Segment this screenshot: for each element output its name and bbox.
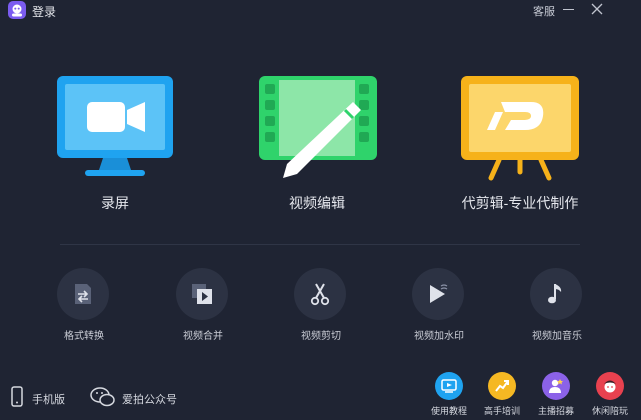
wechat-icon: [90, 387, 115, 407]
video-edit-card[interactable]: [257, 74, 377, 182]
video-edit-icon: [259, 76, 377, 178]
streamer-recruit-label: 主播招募: [537, 406, 574, 416]
streamer-recruit-icon: [549, 379, 563, 393]
wechat-account-label: 爱拍公众号: [122, 394, 177, 406]
video-edit-label[interactable]: 视频编辑: [277, 193, 357, 213]
video-merge-button[interactable]: 视频合并: [171, 268, 235, 348]
video-merge-icon: [192, 284, 212, 304]
phone-icon: [11, 386, 23, 407]
training-icon: [495, 380, 509, 392]
screen-record-card[interactable]: [55, 74, 175, 182]
casual-play-icon: [604, 380, 616, 393]
tutorial-button[interactable]: 使用教程: [424, 372, 474, 420]
login-link[interactable]: 登录: [32, 3, 56, 20]
pro-editing-icon: [461, 76, 579, 181]
close-button[interactable]: [590, 2, 604, 16]
training-button[interactable]: 高手培训: [477, 372, 527, 420]
pro-editing-label[interactable]: 代剪辑-专业代制作: [455, 193, 585, 213]
streamer-recruit-button[interactable]: 主播招募: [531, 372, 581, 420]
app-logo-icon: [8, 1, 26, 19]
pro-editing-card[interactable]: [459, 74, 579, 182]
tutorial-label: 使用教程: [430, 406, 467, 416]
training-label: 高手培训: [483, 406, 520, 416]
format-convert-label: 格式转换: [64, 331, 104, 342]
minimize-button[interactable]: [562, 2, 576, 16]
tutorial-icon: [441, 379, 457, 393]
video-music-button[interactable]: 视频加音乐: [525, 268, 589, 348]
scissors-icon: [310, 283, 330, 306]
video-music-label: 视频加音乐: [532, 331, 582, 342]
format-convert-button[interactable]: 格式转换: [52, 268, 116, 348]
casual-play-label: 休闲陪玩: [591, 406, 628, 416]
video-watermark-button[interactable]: 视频加水印: [407, 268, 471, 348]
format-convert-icon: [75, 284, 91, 304]
divider: [60, 244, 580, 245]
casual-play-button[interactable]: 休闲陪玩: [585, 372, 635, 420]
video-cut-label: 视频剪切: [301, 331, 341, 342]
customer-service-link[interactable]: 客服: [533, 3, 555, 19]
mobile-version-label: 手机版: [32, 394, 65, 406]
video-cut-button[interactable]: 视频剪切: [289, 268, 353, 348]
screen-record-label[interactable]: 录屏: [80, 193, 150, 213]
music-note-icon: [548, 284, 562, 304]
close-icon: [591, 3, 603, 15]
video-watermark-label: 视频加水印: [414, 331, 464, 342]
watermark-icon: [430, 284, 448, 303]
title-bar: 登录 客服: [0, 0, 641, 20]
screen-record-icon: [57, 76, 173, 176]
video-merge-label: 视频合并: [183, 331, 223, 342]
